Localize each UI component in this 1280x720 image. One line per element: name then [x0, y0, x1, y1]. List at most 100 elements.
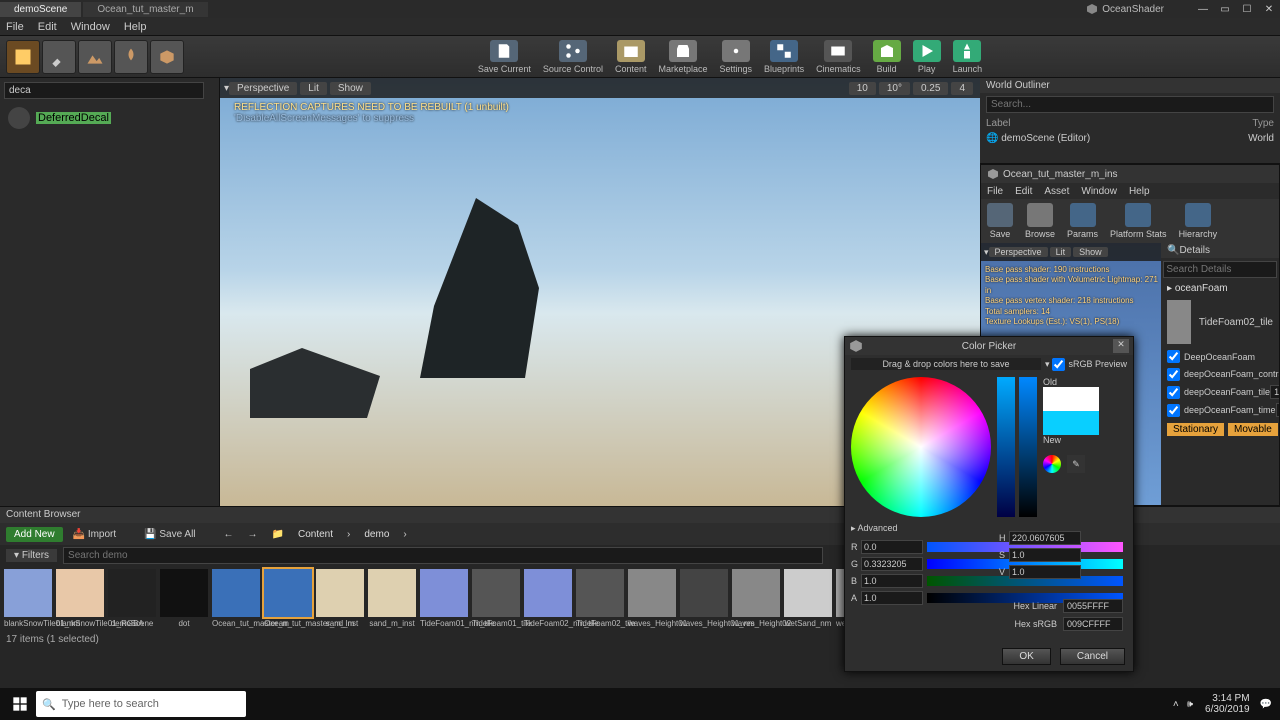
mobility-movable[interactable]: Movable — [1228, 423, 1278, 436]
a-input[interactable] — [861, 591, 923, 605]
path-root-icon[interactable]: 📁 — [272, 529, 284, 540]
value-strip2[interactable] — [1019, 377, 1037, 517]
param-deepoceanfoam[interactable]: DeepOceanFoam — [1161, 348, 1279, 365]
h-input[interactable] — [1009, 531, 1081, 545]
decal-item[interactable]: DeferredDecal — [0, 103, 219, 133]
vp-perspective[interactable]: Perspective — [229, 82, 297, 95]
modes-search[interactable] — [4, 82, 204, 99]
restore-button[interactable]: ▭ — [1214, 4, 1236, 15]
play-button[interactable]: Play — [913, 40, 941, 74]
s-input[interactable] — [1009, 548, 1081, 562]
vp-show[interactable]: Show — [330, 82, 371, 95]
add-new-button[interactable]: Add New — [6, 527, 63, 542]
snap-grid[interactable]: 10 — [849, 82, 876, 95]
marketplace-button[interactable]: Marketplace — [658, 40, 707, 74]
asset-waves_Height01_nm[interactable]: waves_Height01_nm — [680, 569, 728, 628]
mode-paint-icon[interactable] — [42, 40, 76, 74]
sub-hierarchy[interactable]: Hierarchy — [1179, 203, 1218, 239]
notifications-icon[interactable]: 💬 — [1260, 699, 1272, 710]
cp-saved-colors[interactable]: Drag & drop colors here to save — [851, 358, 1041, 370]
crumb-content[interactable]: Content — [298, 529, 333, 540]
mobility-stationary[interactable]: Stationary — [1167, 423, 1224, 436]
mode-place-icon[interactable] — [6, 40, 40, 74]
sub-menu-file[interactable]: File — [987, 186, 1003, 197]
asset-dot[interactable]: dot — [160, 569, 208, 628]
group-oceanfoam[interactable]: ▸ oceanFoam — [1161, 281, 1279, 296]
asset-blankSnowTile01_nm[interactable]: blankSnowTile01_nm — [4, 569, 52, 628]
tray-network-icon[interactable]: 🕪 — [1187, 699, 1193, 710]
cam-speed[interactable]: 4 — [951, 82, 973, 95]
mode-geometry-icon[interactable] — [150, 40, 184, 74]
wheel-mode-icon[interactable] — [1043, 455, 1061, 473]
import-button[interactable]: 📥 Import — [73, 529, 131, 540]
settings-button[interactable]: Settings — [720, 40, 753, 74]
param-time[interactable]: deepOceanFoam_time — [1161, 401, 1279, 419]
asset-TideFoam02_nm_tile[interactable]: TideFoam02_nm_tile — [524, 569, 572, 628]
asset-waves_Height01[interactable]: waves_Height01 — [628, 569, 676, 628]
asset-demoScene[interactable]: demoScene — [108, 569, 156, 628]
level-tab[interactable]: demoScene — [0, 2, 81, 17]
eyedrop-icon[interactable]: ✎ — [1067, 455, 1085, 473]
sub-menu-edit[interactable]: Edit — [1015, 186, 1032, 197]
launch-button[interactable]: Launch — [953, 40, 983, 74]
asset-sand_m[interactable]: sand_m — [316, 569, 364, 628]
max-button[interactable]: ☐ — [1236, 4, 1258, 15]
param-contrast[interactable]: deepOceanFoam_contrast — [1161, 365, 1279, 383]
snap-scale[interactable]: 0.25 — [913, 82, 948, 95]
menu-edit[interactable]: Edit — [38, 21, 57, 33]
asset-TideFoam01_nm_tile[interactable]: TideFoam01_nm_tile — [420, 569, 468, 628]
hex-srgb-input[interactable] — [1063, 617, 1123, 631]
asset-TideFoam02_tile[interactable]: TideFoam02_tile — [576, 569, 624, 628]
taskbar-search[interactable]: 🔍 Type here to search — [36, 691, 246, 717]
tray-up-icon[interactable]: ˄ — [1173, 699, 1179, 710]
content-button[interactable]: Content — [615, 40, 647, 74]
asset-blankSnowTile01_RGBA[interactable]: blankSnowTile01_RGBA — [56, 569, 104, 628]
save-current-button[interactable]: Save Current — [478, 40, 531, 74]
b-input[interactable] — [861, 574, 923, 588]
source-control-button[interactable]: Source Control — [543, 40, 603, 74]
menu-window[interactable]: Window — [71, 21, 110, 33]
mode-foliage-icon[interactable] — [114, 40, 148, 74]
min-button[interactable]: — — [1192, 4, 1214, 15]
sub-menu-window[interactable]: Window — [1081, 186, 1117, 197]
asset-Ocean_tut_master_m[interactable]: Ocean_tut_master_m — [212, 569, 260, 628]
srgb-preview-check[interactable] — [1052, 358, 1065, 371]
sub-browse[interactable]: Browse — [1025, 203, 1055, 239]
sub-menu-asset[interactable]: Asset — [1044, 186, 1069, 197]
menu-file[interactable]: File — [6, 21, 24, 33]
filters-button[interactable]: ▾ Filters — [6, 549, 57, 562]
sub-platform-stats[interactable]: Platform Stats — [1110, 203, 1167, 239]
param-texture[interactable]: TideFoam02_tile — [1161, 296, 1279, 348]
hex-linear-input[interactable] — [1063, 599, 1123, 613]
sub-save[interactable]: Save — [987, 203, 1013, 239]
vp-lit[interactable]: Lit — [300, 82, 327, 95]
cancel-button[interactable]: Cancel — [1060, 648, 1125, 665]
asset-TideFoam01_tile[interactable]: TideFoam01_tile — [472, 569, 520, 628]
asset-Ocean_tut_master_m_Inst[interactable]: Ocean_tut_master_m_Inst — [264, 569, 312, 628]
menu-help[interactable]: Help — [124, 21, 147, 33]
asset-wetSand_nm[interactable]: wetSand_nm — [784, 569, 832, 628]
crumb-demo[interactable]: demo — [364, 529, 389, 540]
r-input[interactable] — [861, 540, 923, 554]
details-search[interactable] — [1163, 261, 1276, 278]
nav-fwd[interactable]: → — [248, 529, 258, 540]
sub-menu-help[interactable]: Help — [1129, 186, 1150, 197]
mode-landscape-icon[interactable] — [78, 40, 112, 74]
nav-back[interactable]: ← — [224, 529, 234, 540]
value-strip[interactable] — [997, 377, 1015, 517]
cinematics-button[interactable]: Cinematics — [816, 40, 861, 74]
cb-search[interactable] — [63, 547, 823, 564]
color-wheel[interactable] — [851, 377, 991, 517]
param-tile[interactable]: deepOceanFoam_tile — [1161, 383, 1279, 401]
close-button[interactable]: ✕ — [1258, 4, 1280, 15]
blueprints-button[interactable]: Blueprints — [764, 40, 804, 74]
build-button[interactable]: Build — [873, 40, 901, 74]
cp-close-icon[interactable]: ✕ — [1113, 339, 1129, 353]
material-tab[interactable]: Ocean_tut_master_m — [83, 2, 207, 17]
sub-params[interactable]: Params — [1067, 203, 1098, 239]
outliner-search[interactable] — [986, 96, 1274, 113]
asset-waves_Height02[interactable]: waves_Height02 — [732, 569, 780, 628]
taskbar-clock[interactable]: 3:14 PM6/30/2019 — [1205, 693, 1250, 715]
g-input[interactable] — [861, 557, 923, 571]
ok-button[interactable]: OK — [1002, 648, 1050, 665]
